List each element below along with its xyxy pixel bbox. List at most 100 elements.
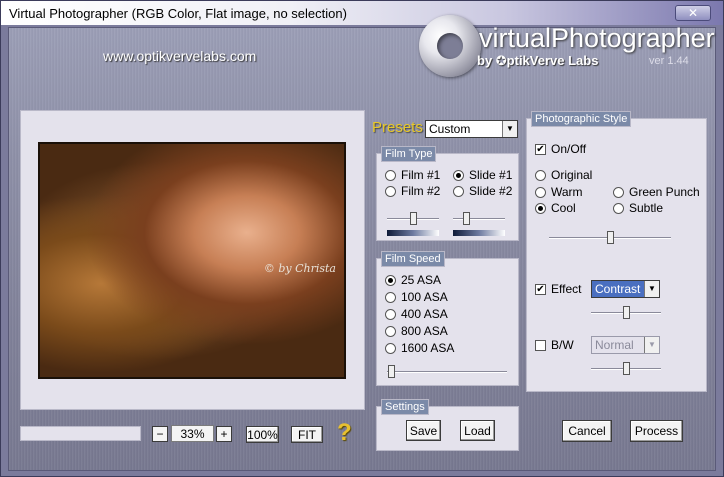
slide-slider[interactable] <box>453 212 505 226</box>
version-label: ver 1.44 <box>649 55 689 67</box>
radio-label: Cool <box>551 201 576 215</box>
radio-button[interactable] <box>385 185 396 197</box>
film-speed-slider[interactable] <box>387 365 507 379</box>
radio-label: Original <box>551 168 593 182</box>
style-slider[interactable] <box>549 231 671 245</box>
title-bar[interactable]: Virtual Photographer (RGB Color, Flat im… <box>1 1 723 25</box>
radio-button[interactable] <box>453 185 464 197</box>
presets-select[interactable]: Custom ▼ <box>425 120 518 138</box>
radio-label: 25 ASA <box>401 273 442 287</box>
effect-selected-value: Contrast <box>595 282 641 296</box>
radio-green-punch[interactable]: Green Punch <box>613 185 700 199</box>
radio-original[interactable]: Original <box>535 168 592 182</box>
effect-select[interactable]: Contrast ▼ <box>591 280 660 298</box>
help-icon[interactable]: ? <box>337 419 352 447</box>
bw-label: B/W <box>551 338 574 352</box>
plus-icon: + <box>220 427 228 441</box>
radio-25-asa[interactable]: 25 ASA <box>385 273 441 287</box>
logo-aperture-icon <box>419 15 481 77</box>
film-speed-slider-thumb[interactable] <box>387 365 395 378</box>
radio-button[interactable] <box>535 202 546 214</box>
radio-button[interactable] <box>613 186 624 198</box>
settings-title: Settings <box>381 399 429 415</box>
process-label: Process <box>634 424 679 438</box>
photographic-style-group: Photographic Style ✔ On/Off Original Warm… <box>526 111 707 392</box>
radio-label: 100 ASA <box>401 290 448 304</box>
preview-image[interactable]: © by Christa <box>38 142 346 379</box>
chevron-down-icon[interactable]: ▼ <box>644 281 659 297</box>
effect-slider-thumb[interactable] <box>623 306 630 319</box>
window-title: Virtual Photographer (RGB Color, Flat im… <box>9 6 347 21</box>
effect-checkbox[interactable]: ✔ Effect <box>535 282 581 296</box>
radio-cool[interactable]: Cool <box>535 201 576 215</box>
zoom-out-button[interactable]: − <box>152 426 168 442</box>
minus-icon: − <box>156 427 164 441</box>
film-speed-group: Film Speed 25 ASA 100 ASA 400 ASA 800 AS… <box>376 251 519 386</box>
style-slider-thumb[interactable] <box>607 231 614 244</box>
bw-slider-thumb[interactable] <box>623 362 630 375</box>
process-button[interactable]: Process <box>630 420 683 442</box>
radio-400-asa[interactable]: 400 ASA <box>385 307 448 321</box>
bw-selected-value: Normal <box>595 338 634 352</box>
radio-slide-1[interactable]: Slide #1 <box>453 168 512 182</box>
load-label: Load <box>464 423 491 438</box>
radio-800-asa[interactable]: 800 ASA <box>385 324 448 338</box>
radio-button[interactable] <box>385 274 396 286</box>
zoom-100-button[interactable]: 100% <box>246 426 279 443</box>
radio-1600-asa[interactable]: 1600 ASA <box>385 341 454 355</box>
radio-subtle[interactable]: Subtle <box>613 201 663 215</box>
radio-label: 800 ASA <box>401 324 448 338</box>
check-icon[interactable]: ✔ <box>535 143 546 155</box>
radio-slide-2[interactable]: Slide #2 <box>453 184 512 198</box>
chevron-down-icon[interactable]: ▼ <box>502 121 517 137</box>
radio-button[interactable] <box>453 169 464 181</box>
save-button[interactable]: Save <box>406 420 441 441</box>
radio-button[interactable] <box>385 169 396 181</box>
progress-bar <box>20 426 141 441</box>
cancel-label: Cancel <box>568 424 606 438</box>
checkbox-box[interactable] <box>535 339 546 351</box>
radio-label: Slide #1 <box>469 168 513 182</box>
radio-button[interactable] <box>385 291 396 303</box>
zoom-100-label: 100% <box>247 427 278 442</box>
onoff-label: On/Off <box>551 142 587 156</box>
film-slider-thumb[interactable] <box>410 212 417 225</box>
zoom-level-field[interactable]: 33% <box>171 425 214 442</box>
plugin-window: Virtual Photographer (RGB Color, Flat im… <box>0 0 724 477</box>
radio-label: 1600 ASA <box>401 341 455 355</box>
film-gradient-bar <box>387 230 439 236</box>
bw-checkbox[interactable]: B/W <box>535 338 574 352</box>
onoff-checkbox[interactable]: ✔ On/Off <box>535 142 586 156</box>
logo-title: virtualPhotographer <box>479 23 715 53</box>
bw-select[interactable]: Normal ▼ <box>591 336 660 354</box>
radio-label: Film #1 <box>401 168 441 182</box>
effect-slider[interactable] <box>591 306 661 320</box>
close-button[interactable]: ✕ <box>675 5 711 21</box>
website-url: www.optikvervelabs.com <box>103 48 257 64</box>
radio-warm[interactable]: Warm <box>535 185 583 199</box>
radio-button[interactable] <box>613 202 624 214</box>
radio-label: 400 ASA <box>401 307 448 321</box>
radio-button[interactable] <box>535 186 546 198</box>
radio-button[interactable] <box>385 325 396 337</box>
radio-button[interactable] <box>385 342 396 354</box>
slide-slider-thumb[interactable] <box>463 212 470 225</box>
bw-slider[interactable] <box>591 362 661 376</box>
cancel-button[interactable]: Cancel <box>562 420 612 442</box>
radio-film-2[interactable]: Film #2 <box>385 184 440 198</box>
save-label: Save <box>409 423 438 438</box>
radio-100-asa[interactable]: 100 ASA <box>385 290 448 304</box>
check-icon[interactable]: ✔ <box>535 283 546 295</box>
zoom-fit-button[interactable]: FIT <box>291 426 323 443</box>
radio-film-1[interactable]: Film #1 <box>385 168 440 182</box>
radio-button[interactable] <box>535 169 546 181</box>
settings-group: Settings Save Load <box>376 399 519 451</box>
zoom-in-button[interactable]: + <box>216 426 232 442</box>
presets-selected-value: Custom <box>429 122 471 136</box>
radio-label: Film #2 <box>401 184 441 198</box>
load-button[interactable]: Load <box>460 420 495 441</box>
radio-button[interactable] <box>385 308 396 320</box>
slide-gradient-bar <box>453 230 505 236</box>
chevron-down-icon[interactable]: ▼ <box>644 337 659 353</box>
film-slider[interactable] <box>387 212 439 226</box>
